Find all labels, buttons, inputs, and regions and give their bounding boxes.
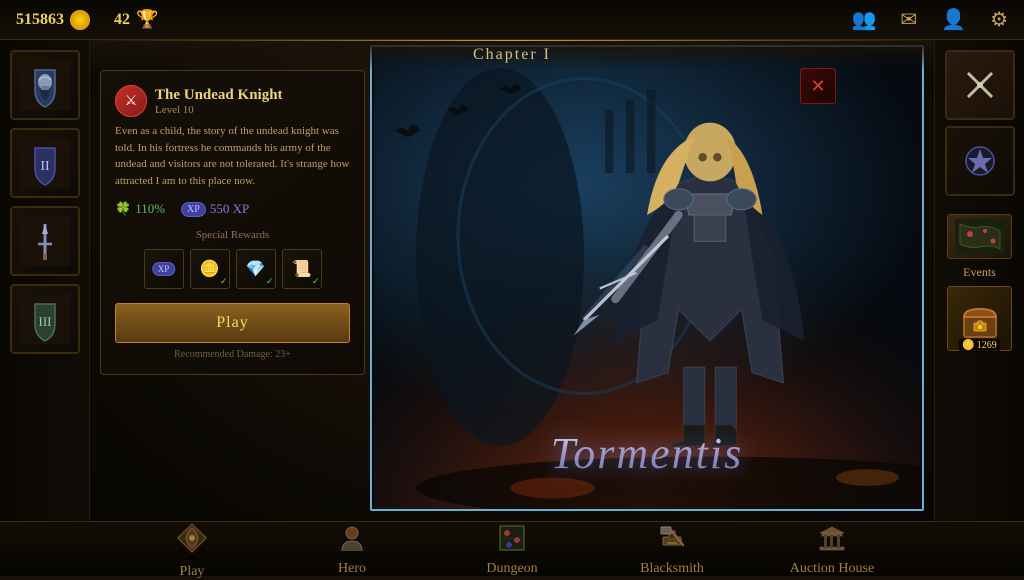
- right-item-swords[interactable]: [945, 50, 1015, 120]
- nav-item-dungeon[interactable]: Dungeon: [432, 522, 592, 576]
- game-title: Tormentis: [372, 428, 922, 479]
- gold-group: 515863: [16, 10, 90, 30]
- reward-item-3: 💎 ✓: [236, 249, 276, 289]
- chest-coin-count: 🪙 1269: [959, 339, 999, 352]
- clover-icon: 🍀: [115, 201, 131, 217]
- quest-title: The Undead Knight: [155, 87, 283, 104]
- special-rewards-label: Special Rewards: [115, 229, 350, 241]
- right-item-skills[interactable]: [945, 126, 1015, 196]
- gold-icon: [70, 10, 90, 30]
- trophy-group: 42 🏆: [114, 9, 158, 30]
- treasure-chest[interactable]: 🪙 1269: [947, 286, 1012, 351]
- group-icon[interactable]: 👥: [851, 7, 876, 32]
- reward-item-2: 🪙 ✓: [190, 249, 230, 289]
- chest-coin-icon: 🪙: [962, 340, 974, 351]
- reward-scroll-icon: 📜: [292, 259, 312, 279]
- close-button[interactable]: ✕: [800, 68, 836, 104]
- blacksmith-nav-icon: [657, 523, 687, 559]
- rewards-row: XP 🪙 ✓ 💎 ✓ 📜 ✓: [115, 249, 350, 289]
- reward-check-3: ✓: [266, 276, 274, 287]
- quest-stats: 🍀 110% XP 550 XP: [115, 201, 350, 217]
- recommended-damage: Recommended Damage: 23+: [115, 349, 350, 360]
- sidebar-item-2[interactable]: II: [10, 128, 80, 198]
- trophy-count: 42: [114, 11, 130, 29]
- nav-item-play[interactable]: Play: [112, 522, 272, 576]
- xp-stat: XP 550 XP: [181, 201, 249, 217]
- quest-title-info: The Undead Knight Level 10: [155, 87, 283, 116]
- events-panel: Events 🪙 1269: [947, 214, 1012, 351]
- settings-icon[interactable]: ⚙: [990, 7, 1008, 32]
- quest-icon-symbol: ⚔: [125, 93, 138, 110]
- quest-description: Even as a child, the story of the undead…: [115, 123, 350, 189]
- nav-auction-label: Auction House: [790, 561, 874, 577]
- top-bar-actions: 👥 ✉ 👤 ⚙: [851, 7, 1008, 32]
- chapter-header: Chapter I: [90, 40, 934, 70]
- reward-check-2: ✓: [220, 276, 228, 287]
- chapter-label: Chapter I: [473, 46, 551, 63]
- divider-line: [90, 40, 934, 41]
- gold-amount: 515863: [16, 11, 64, 29]
- quest-level: Level 10: [155, 104, 283, 116]
- xp-badge: XP: [181, 202, 206, 217]
- luck-value: 110%: [135, 201, 165, 217]
- bottom-nav: Play Hero Dungeon: [0, 521, 1024, 576]
- svg-text:III: III: [38, 314, 51, 329]
- sidebar-item-4[interactable]: III: [10, 284, 80, 354]
- sidebar-item-3[interactable]: [10, 206, 80, 276]
- left-sidebar: II III: [0, 40, 90, 521]
- quest-icon: ⚔: [115, 85, 147, 117]
- top-bar: 515863 42 🏆 👥 ✉ 👤 ⚙: [0, 0, 1024, 40]
- nav-blacksmith-label: Blacksmith: [640, 561, 704, 577]
- nav-play-label: Play: [180, 564, 205, 580]
- main-content: Chapter I: [90, 40, 934, 521]
- quest-title-row: ⚔ The Undead Knight Level 10: [115, 85, 350, 117]
- reward-gold-icon: 🪙: [200, 259, 220, 279]
- sidebar-item-1[interactable]: [10, 50, 80, 120]
- nav-item-auction[interactable]: Auction House: [752, 522, 912, 576]
- reward-item-1: XP: [144, 249, 184, 289]
- luck-stat: 🍀 110%: [115, 201, 165, 217]
- right-sidebar-top: [945, 50, 1015, 196]
- reward-check-4: ✓: [312, 276, 320, 287]
- chest-coin-value: 1269: [977, 340, 997, 351]
- events-label: Events: [963, 265, 996, 280]
- reward-xp-icon: XP: [152, 262, 176, 276]
- nav-item-hero[interactable]: Hero: [272, 522, 432, 576]
- svg-text:II: II: [40, 159, 50, 174]
- hero-nav-icon: [337, 523, 367, 559]
- events-button[interactable]: [947, 214, 1012, 259]
- xp-value: 550 XP: [210, 201, 249, 217]
- right-sidebar: Events 🪙 1269: [934, 40, 1024, 521]
- nav-item-blacksmith[interactable]: Blacksmith: [592, 522, 752, 576]
- mail-icon[interactable]: ✉: [900, 7, 917, 32]
- center-image-panel: Tormentis: [370, 45, 924, 511]
- nav-dungeon-label: Dungeon: [486, 561, 537, 577]
- quest-panel: ⚔ The Undead Knight Level 10 Even as a c…: [100, 70, 365, 375]
- auction-nav-icon: [817, 523, 847, 559]
- play-nav-icon: [174, 520, 210, 562]
- trophy-icon: 🏆: [136, 9, 158, 30]
- nav-hero-label: Hero: [338, 561, 366, 577]
- avatar-icon[interactable]: 👤: [941, 7, 966, 32]
- reward-gem-icon: 💎: [246, 259, 266, 279]
- close-icon: ✕: [810, 76, 825, 97]
- reward-item-4: 📜 ✓: [282, 249, 322, 289]
- play-button[interactable]: Play: [115, 303, 350, 343]
- dungeon-nav-icon: [497, 523, 527, 559]
